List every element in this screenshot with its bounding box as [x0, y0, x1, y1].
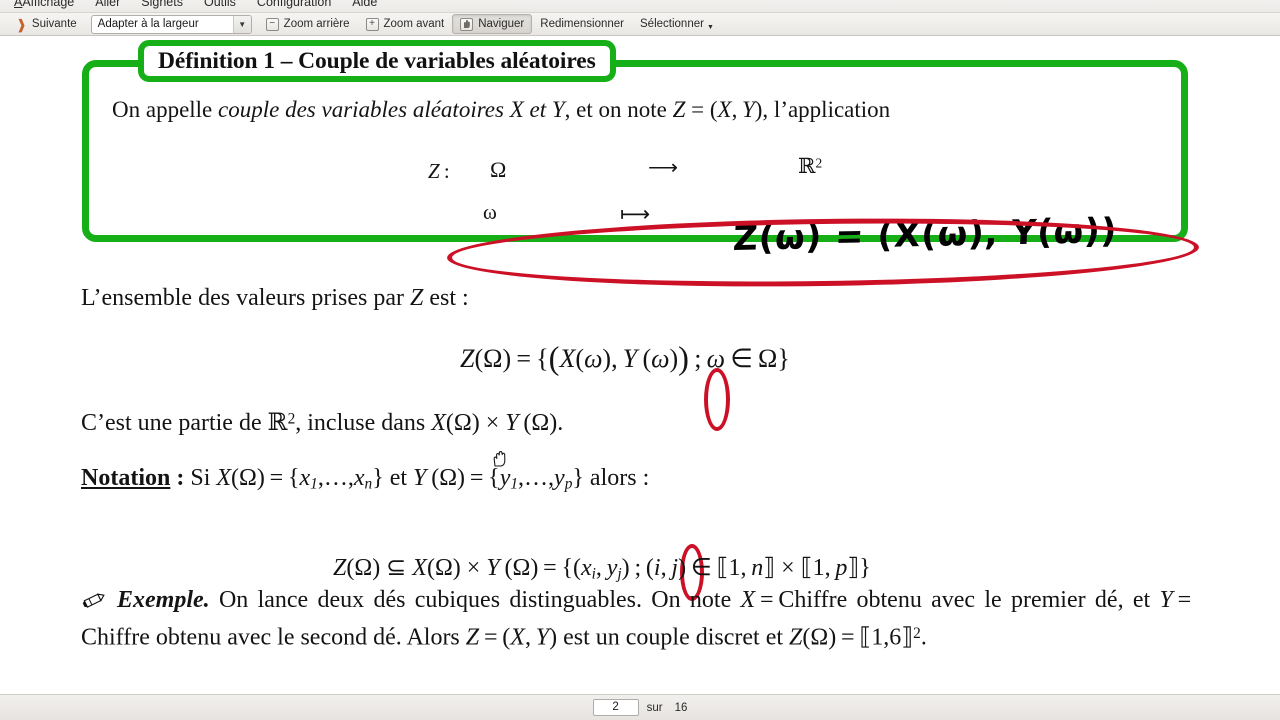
menu-label: Outils — [203, 0, 236, 9]
map-function-name: Z : — [428, 159, 450, 183]
definition-title-box: Définition 1 – Couple de variables aléat… — [138, 40, 616, 82]
zoom-mode-value: Adapter à la largeur — [97, 18, 199, 30]
zoom-out-button[interactable]: − Zoom arrière — [258, 14, 358, 34]
menu-signets[interactable]: Signets — [141, 0, 183, 9]
intro-post: , et on note Z = (X, Y), l’application — [564, 97, 891, 122]
menu-label: Aller — [95, 0, 121, 9]
pdf-page[interactable]: Définition 1 – Couple de variables aléat… — [0, 37, 1280, 694]
example-label: Exemple. — [117, 587, 210, 613]
select-tool-label: Sélectionner — [640, 18, 704, 30]
toolbar: ❱ Suivante Adapter à la largeur ▼ − Zoom… — [0, 13, 1280, 36]
browse-tool-button[interactable]: Naviguer — [452, 14, 533, 34]
menu-label: Signets — [141, 0, 183, 9]
browse-tool-label: Naviguer — [478, 18, 525, 30]
zoom-in-label: Zoom avant — [383, 18, 445, 30]
map-codomain: ℝ2 — [798, 154, 823, 178]
zoom-in-button[interactable]: + Zoom avant — [358, 14, 453, 34]
intro-italic: couple des variables aléatoires X et Y — [218, 97, 565, 122]
intro-pre: On appelle — [112, 97, 219, 122]
menu-label: Affichage — [22, 0, 75, 9]
hand-glyph — [464, 20, 471, 28]
pencil-icon — [81, 585, 107, 608]
map-mapsto-icon: ⟼ — [620, 202, 651, 226]
next-page-label: Suivante — [31, 18, 77, 30]
page-total-label: 16 — [674, 701, 688, 714]
menu-bar: AAffichage Aller Signets Outils Configur… — [0, 0, 1280, 13]
minus-icon: − — [265, 17, 279, 31]
zoom-mode-combobox[interactable]: Adapter à la largeur ▼ — [90, 14, 252, 34]
page-number-input[interactable]: 2 — [592, 699, 639, 716]
menu-aller[interactable]: Aller — [95, 0, 120, 9]
menu-label: Configuration — [256, 0, 332, 9]
example-paragraph: Exemple. On lance deux dés cubiques dist… — [81, 585, 1196, 651]
menu-outils[interactable]: Outils — [204, 0, 236, 9]
next-page-button[interactable]: ❱ Suivante — [8, 14, 85, 34]
plus-icon: + — [365, 17, 379, 31]
menu-affichage[interactable]: AAffichage — [14, 0, 74, 9]
map-arrow-icon: ⟶ — [648, 155, 679, 179]
notation-label: Notation — [81, 465, 171, 491]
menu-aide[interactable]: Aide — [352, 0, 377, 9]
definition-title: Définition 1 – Couple de variables aléat… — [158, 47, 596, 74]
map-element: ω — [483, 200, 497, 224]
line-ensemble: L’ensemble des valeurs prises par Z est … — [81, 285, 469, 311]
cursor-glyph — [493, 451, 506, 467]
line-partie: C’est une partie de ℝ2, incluse dans X(Ω… — [81, 408, 564, 436]
resize-tool-button[interactable]: Redimensionner — [532, 18, 632, 30]
menu-configuration[interactable]: Configuration — [257, 0, 331, 9]
mouse-cursor-hand-icon — [491, 448, 509, 468]
pencil-glyph — [82, 593, 105, 608]
red-ellipse-annotation-semicolon-1 — [704, 368, 730, 431]
equation-2: Z(Ω) ⊆ X(Ω) × Y (Ω) = {(xi, yj) ; (i, j)… — [333, 555, 871, 583]
hand-icon — [460, 17, 474, 31]
pdf-viewer-window: AAffichage Aller Signets Outils Configur… — [0, 0, 1280, 720]
zoom-out-label: Zoom arrière — [283, 18, 350, 30]
page-of-label: sur — [646, 701, 663, 714]
equation-1: Z(Ω) = {(X(ω), Y (ω)) ; ω ∈ Ω} — [460, 341, 790, 377]
definition-intro-line: On appelle couple des variables aléatoir… — [112, 97, 890, 123]
chevron-right-icon: ❱ — [16, 16, 27, 32]
chevron-down-icon[interactable]: ▼ — [232, 15, 251, 33]
map-domain: Ω — [490, 157, 507, 182]
menu-label: Aide — [352, 0, 378, 9]
status-bar: 2 sur 16 — [0, 694, 1280, 720]
select-tool-button[interactable]: Sélectionner ▼ — [632, 18, 722, 31]
line-notation: Notation : Si X(Ω) = {x1,…,xn} et Y (Ω) … — [81, 465, 650, 493]
chevron-down-icon[interactable]: ▼ — [707, 24, 714, 31]
resize-tool-label: Redimensionner — [540, 18, 625, 30]
